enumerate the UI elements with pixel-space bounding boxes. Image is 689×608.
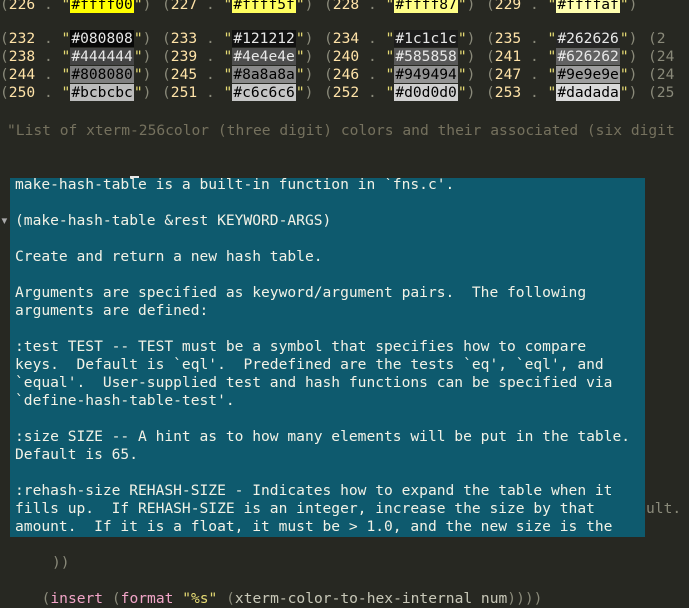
color-swatch: #9e9e9e	[556, 66, 620, 83]
color-entry: (245 . "#8a8a8a")	[162, 66, 314, 83]
right-fragment: ult.	[646, 500, 682, 517]
doc-line: :size SIZE -- A hint as to how many elem…	[15, 428, 631, 445]
color-swatch: #4e4e4e	[232, 48, 296, 65]
row-overflow: (24	[648, 66, 675, 83]
color-swatch: #444444	[70, 48, 134, 65]
color-entry: (235 . "#262626")	[486, 30, 638, 47]
color-swatch: #bcbcbc	[70, 84, 134, 101]
color-entry: (247 . "#9e9e9e")	[486, 66, 638, 83]
color-entry: (253 . "#dadada")	[486, 84, 638, 101]
color-swatch: #ffff5f	[232, 0, 296, 13]
color-entry: (238 . "#444444")	[0, 48, 152, 65]
hex-function-call: xterm-color-to-hex-internal num	[234, 590, 508, 607]
color-swatch: #c6c6c6	[232, 84, 296, 101]
color-swatch: #585858	[394, 48, 458, 65]
row-overflow: (2	[648, 30, 666, 47]
color-entry: (240 . "#585858")	[324, 48, 476, 65]
doc-line: keys. Default is `eql'. Predefined are t…	[15, 356, 604, 373]
documentation-popup[interactable]: make-hash-table is a built-in function i…	[10, 178, 645, 537]
color-swatch: #080808	[70, 30, 134, 47]
color-swatch: #dadada	[556, 84, 620, 101]
color-entry: (229 . "#ffffaf")	[486, 0, 637, 14]
insert-function: insert	[50, 590, 104, 607]
format-function: format	[120, 590, 174, 607]
doc-line: `define-hash-table-test'.	[15, 392, 235, 409]
color-entry: (232 . "#080808")	[0, 30, 152, 47]
doc-line: Default is 65.	[15, 446, 139, 463]
color-swatch: #949494	[394, 66, 458, 83]
color-entry: (252 . "#d0d0d0")	[324, 84, 476, 101]
row-overflow: (24	[648, 48, 675, 65]
color-entry: (227 . "#ffff5f")	[162, 0, 313, 14]
color-swatch: #1c1c1c	[394, 30, 458, 47]
doc-line: make-hash-table is a built-in function i…	[15, 178, 455, 193]
color-swatch: #ffffaf	[556, 0, 620, 13]
doc-line: (make-hash-table &rest KEYWORD-ARGS)	[15, 212, 332, 229]
color-swatch: #d0d0d0	[394, 84, 458, 101]
color-swatch: #8a8a8a	[232, 66, 296, 83]
color-entry: (244 . "#808080")	[0, 66, 152, 83]
color-swatch: #ffff87	[394, 0, 458, 13]
format-string: "%s"	[182, 590, 218, 607]
paren: (	[103, 590, 121, 607]
docstring-line: "List of xterm-256color (three digit) co…	[7, 122, 675, 139]
color-entry: (250 . "#bcbcbc")	[0, 84, 152, 101]
color-entry: (226 . "#ffff00")	[0, 0, 151, 14]
color-entry: (239 . "#4e4e4e")	[162, 48, 314, 65]
color-swatch: #ffff00	[70, 0, 134, 13]
insert-line: (insert (format "%s" (xterm-color-to-hex…	[41, 590, 543, 607]
color-entry: (251 . "#c6c6c6")	[162, 84, 314, 101]
doc-line: `equal'. User-supplied test and hash fun…	[15, 374, 613, 391]
input-line[interactable]: (make-hash-table	[7, 158, 165, 193]
doc-line: :test TEST -- TEST must be a symbol that…	[15, 338, 587, 355]
color-swatch: #262626	[556, 30, 620, 47]
color-swatch: #808080	[70, 66, 134, 83]
row-overflow: (25	[648, 84, 675, 101]
doc-line: :rehash-size REHASH-SIZE - Indicates how…	[15, 482, 613, 499]
doc-line: arguments are defined:	[15, 302, 209, 319]
closing-parens: ))	[52, 554, 70, 571]
color-entry: (233 . "#121212")	[162, 30, 314, 47]
color-entry: (246 . "#949494")	[324, 66, 476, 83]
doc-line: Arguments are specified as keyword/argum…	[15, 284, 587, 301]
doc-line: Create and return a new hash table.	[15, 248, 323, 265]
color-swatch: #121212	[232, 30, 296, 47]
color-swatch: #626262	[556, 48, 620, 65]
doc-line: amount. If it is a float, it must be > 1…	[15, 518, 613, 535]
color-entry: (234 . "#1c1c1c")	[324, 30, 476, 47]
doc-line: fills up. If REHASH-SIZE is an integer, …	[15, 500, 595, 517]
color-entry: (241 . "#626262")	[486, 48, 638, 65]
color-entry: (228 . "#ffff87")	[324, 0, 475, 14]
